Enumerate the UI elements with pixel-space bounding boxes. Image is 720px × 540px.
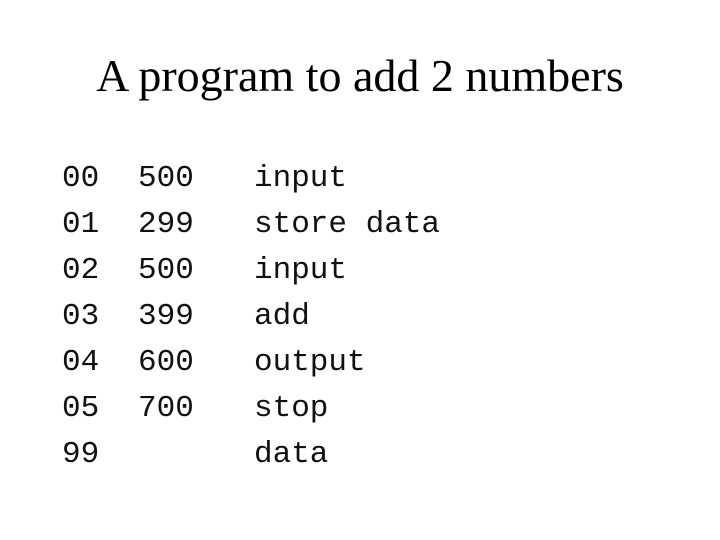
instruction-description: data xyxy=(254,437,329,472)
memory-address: 04 xyxy=(62,345,100,380)
instruction-description: store data xyxy=(254,207,441,242)
instruction-description: input xyxy=(254,253,348,288)
instruction-code: 299 xyxy=(138,207,194,242)
memory-address: 05 xyxy=(62,391,100,426)
memory-address: 01 xyxy=(62,207,100,242)
program-row: 02 500 input xyxy=(0,248,720,294)
instruction-code: 700 xyxy=(138,391,194,426)
program-row: 99 data xyxy=(0,432,720,478)
instruction-description: output xyxy=(254,345,366,380)
program-row: 00 500 input xyxy=(0,156,720,202)
program-row: 03 399 add xyxy=(0,294,720,340)
instruction-description: add xyxy=(254,299,310,334)
memory-address: 03 xyxy=(62,299,100,334)
program-row: 04 600 output xyxy=(0,340,720,386)
instruction-description: stop xyxy=(254,391,329,426)
program-row: 05 700 stop xyxy=(0,386,720,432)
memory-address: 02 xyxy=(62,253,100,288)
memory-address: 99 xyxy=(62,437,100,472)
memory-address: 00 xyxy=(62,161,100,196)
instruction-code: 600 xyxy=(138,345,194,380)
instruction-code: 399 xyxy=(138,299,194,334)
program-row: 01 299 store data xyxy=(0,202,720,248)
instruction-description: input xyxy=(254,161,348,196)
slide-title: A program to add 2 numbers xyxy=(96,50,624,101)
program-listing: 00 500 input 01 299 store data 02 500 in… xyxy=(0,156,720,478)
instruction-code: 500 xyxy=(138,161,194,196)
instruction-code: 500 xyxy=(138,253,194,288)
